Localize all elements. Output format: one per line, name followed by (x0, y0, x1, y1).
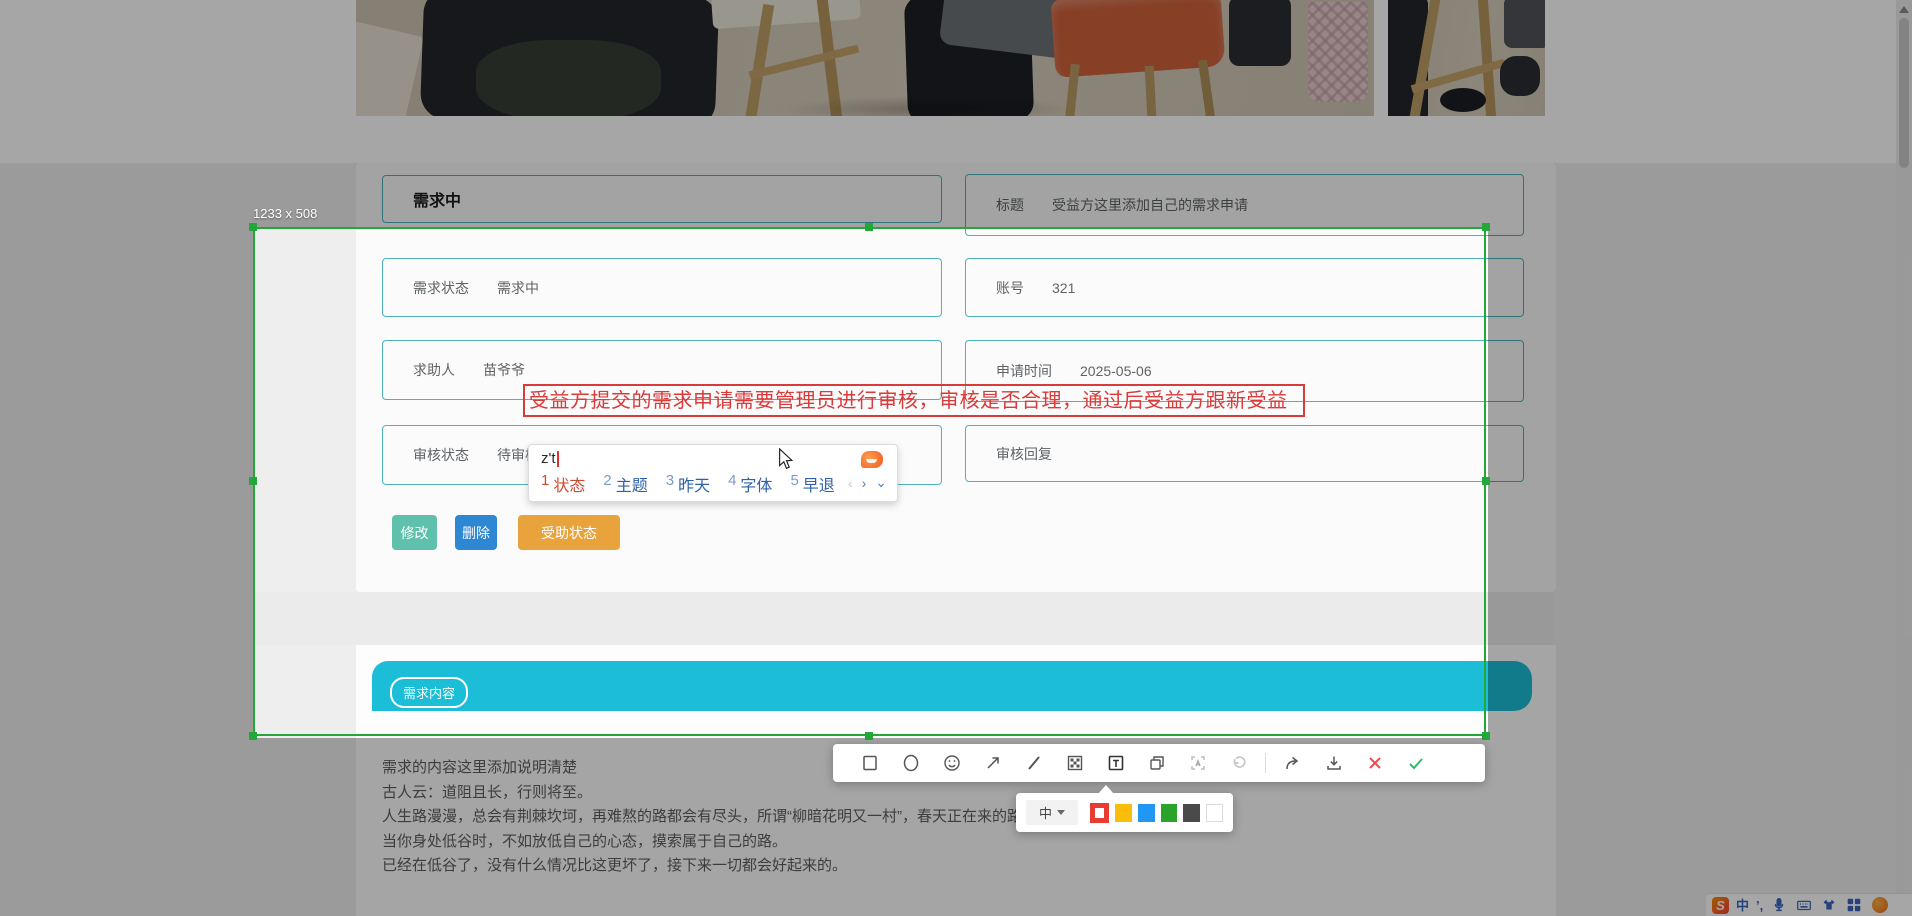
ime-composition: z't (541, 450, 559, 467)
selection-handle[interactable] (1482, 732, 1490, 740)
screen: 需求中 标题 受益方这里添加自己的需求申请 需求状态 需求中 账号 321 求助… (0, 0, 1912, 916)
dim-overlay-left (0, 227, 253, 738)
ime-prev-icon[interactable]: ‹ (848, 475, 853, 491)
selection-handle[interactable] (865, 732, 873, 740)
sogou-emoji-icon[interactable] (861, 451, 883, 468)
color-swatch-blue[interactable] (1138, 804, 1155, 822)
font-size-value: 中 (1039, 803, 1052, 822)
ime-candidate-list: 1 状态 2 主题 3 昨天 4 字体 5 早退 (541, 472, 835, 496)
candidate-number: 4 (728, 472, 736, 496)
candidate-number: 2 (603, 472, 611, 496)
color-swatch-dark[interactable] (1183, 804, 1200, 822)
confirm-capture-icon[interactable] (1395, 744, 1436, 782)
color-swatch-green[interactable] (1161, 804, 1178, 822)
ime-nav: ‹ › ⌄ (848, 474, 887, 491)
ellipse-tool-icon[interactable] (890, 744, 931, 782)
download-icon[interactable] (1313, 744, 1354, 782)
screenshot-toolbar (833, 744, 1485, 782)
selection-handle[interactable] (1482, 477, 1490, 485)
selection-handle[interactable] (865, 223, 873, 231)
candidate-word: 昨天 (678, 472, 710, 496)
candidate-number: 3 (666, 472, 674, 496)
text-tool-icon[interactable] (1095, 744, 1136, 782)
font-size-dropdown[interactable]: 中 (1026, 800, 1078, 825)
ime-candidate-5[interactable]: 5 早退 (790, 472, 834, 496)
share-icon[interactable] (1272, 744, 1313, 782)
candidate-word: 主题 (616, 472, 648, 496)
selection-size-label: 1233 x 508 (253, 206, 317, 221)
mosaic-tool-icon[interactable] (1054, 744, 1095, 782)
pen-tool-icon[interactable] (1013, 744, 1054, 782)
arrow-tool-icon[interactable] (972, 744, 1013, 782)
candidate-word: 状态 (553, 472, 585, 496)
selection-handle[interactable] (249, 732, 257, 740)
color-swatch-yellow[interactable] (1115, 804, 1132, 822)
candidate-word: 早退 (803, 472, 835, 496)
ime-candidate-2[interactable]: 2 主题 (603, 472, 647, 496)
sticker-tool-icon[interactable] (1136, 744, 1177, 782)
emoji-tool-icon[interactable] (931, 744, 972, 782)
text-style-bar: 中 (1016, 793, 1233, 832)
toolbar-divider (1265, 753, 1266, 773)
style-bar-notch (1098, 785, 1114, 794)
mouse-cursor (778, 448, 794, 475)
ime-candidate-3[interactable]: 3 昨天 (666, 472, 710, 496)
ime-composition-text: z't (541, 450, 556, 467)
candidate-number: 5 (790, 472, 798, 496)
ime-candidate-1[interactable]: 1 状态 (541, 472, 585, 496)
candidate-number: 1 (541, 472, 549, 496)
ime-popup: z't 1 状态 2 主题 3 昨天 4 字体 5 早退 (528, 444, 898, 502)
selection-handle[interactable] (1482, 223, 1490, 231)
dim-overlay-right (1488, 227, 1912, 738)
selection-handle[interactable] (249, 477, 257, 485)
ime-caret (557, 451, 559, 467)
color-swatch-white[interactable] (1206, 804, 1223, 822)
chevron-down-icon (1057, 810, 1065, 815)
rectangle-tool-icon[interactable] (849, 744, 890, 782)
ime-candidate-4[interactable]: 4 字体 (728, 472, 772, 496)
ocr-tool-icon[interactable] (1177, 744, 1218, 782)
ime-next-icon[interactable]: › (862, 475, 867, 491)
candidate-word: 字体 (740, 472, 772, 496)
ime-expand-icon[interactable]: ⌄ (875, 474, 887, 491)
color-swatch-red-selected[interactable] (1090, 803, 1109, 823)
undo-icon[interactable] (1218, 744, 1259, 782)
dim-overlay-top (0, 0, 1912, 227)
selection-handle[interactable] (249, 223, 257, 231)
cancel-capture-icon[interactable] (1354, 744, 1395, 782)
